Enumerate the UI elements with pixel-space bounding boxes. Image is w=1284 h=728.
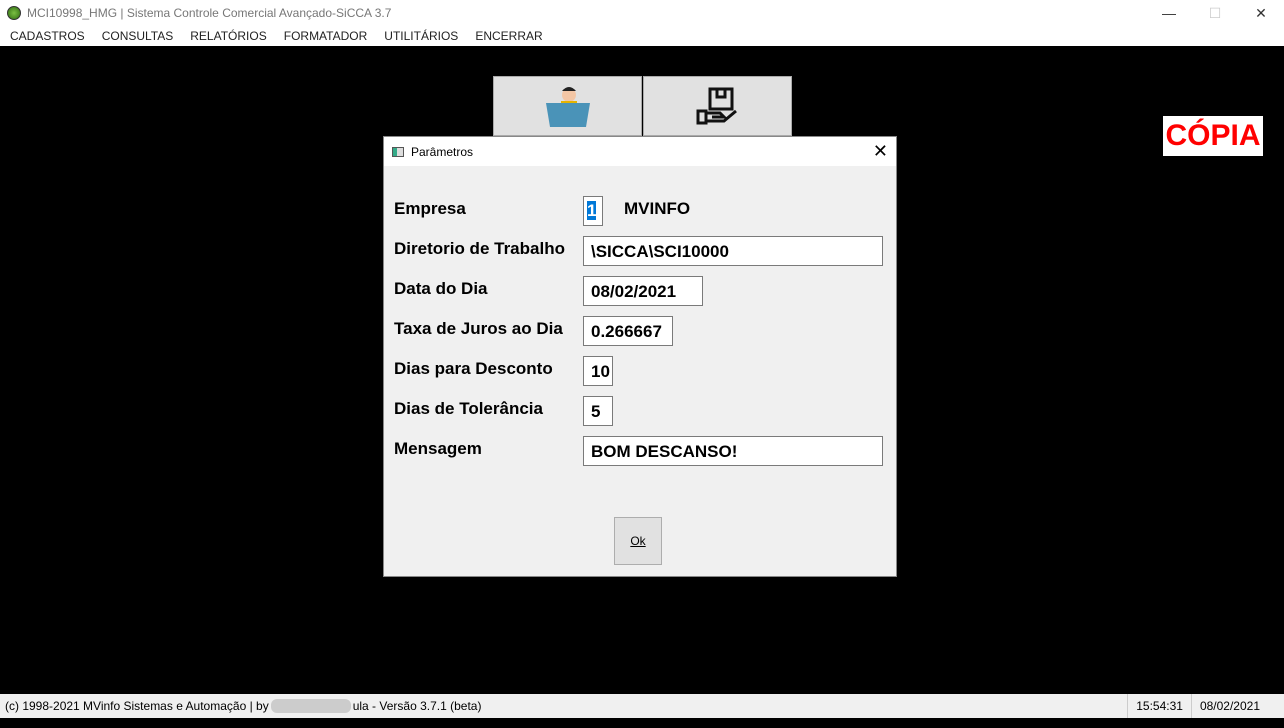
status-date: 08/02/2021 <box>1190 694 1268 718</box>
menu-cadastros[interactable]: CADASTROS <box>3 29 92 43</box>
package-hand-icon <box>696 87 737 125</box>
tolerancia-label: Dias de Tolerância <box>394 399 543 418</box>
mensagem-label: Mensagem <box>394 439 482 458</box>
version-text: ula - Versão 3.7.1 (beta) <box>352 699 482 713</box>
desconto-input[interactable]: 10 <box>583 356 613 386</box>
diretorio-label: Diretorio de Trabalho <box>394 239 565 258</box>
empresa-name: MVINFO <box>624 199 691 218</box>
close-button[interactable]: ✕ <box>1238 0 1284 26</box>
menu-utilitarios[interactable]: UTILITÁRIOS <box>377 29 465 43</box>
menu-encerrar[interactable]: ENCERRAR <box>468 29 549 43</box>
taxa-label: Taxa de Juros ao Dia <box>394 319 563 338</box>
status-bar: (c) 1998-2021 MVinfo Sistemas e Automaçã… <box>0 694 1284 718</box>
delivery-toolbar-button[interactable] <box>643 76 792 136</box>
empresa-label: Empresa <box>394 199 466 218</box>
parameters-dialog: Parâmetros ✕ Empresa 1 MVINFO Diretorio … <box>383 136 897 577</box>
window-title: MCI10998_HMG | Sistema Controle Comercia… <box>27 6 392 20</box>
dialog-title-bar: Parâmetros ✕ <box>384 137 896 166</box>
minimize-button[interactable]: — <box>1146 0 1192 26</box>
client-folder-icon <box>545 87 590 127</box>
maximize-button[interactable]: ☐ <box>1192 0 1238 26</box>
diretorio-input[interactable]: \SICCA\SCI10000 <box>583 236 883 266</box>
empresa-input[interactable]: 1 <box>583 196 603 226</box>
desconto-label: Dias para Desconto <box>394 359 553 378</box>
dialog-icon <box>392 146 404 157</box>
empresa-value: 1 <box>587 201 597 220</box>
mensagem-input[interactable]: BOM DESCANSO! <box>583 436 883 466</box>
menu-bar: CADASTROS CONSULTAS RELATÓRIOS FORMATADO… <box>0 26 1284 46</box>
taxa-input[interactable]: 0.266667 <box>583 316 673 346</box>
data-label: Data do Dia <box>394 279 488 298</box>
menu-consultas[interactable]: CONSULTAS <box>95 29 181 43</box>
copyright-text: (c) 1998-2021 MVinfo Sistemas e Automaçã… <box>5 699 269 713</box>
menu-relatorios[interactable]: RELATÓRIOS <box>183 29 273 43</box>
dialog-title: Parâmetros <box>411 144 474 159</box>
copy-watermark: CÓPIA <box>1163 116 1263 156</box>
data-input[interactable]: 08/02/2021 <box>583 276 703 306</box>
redacted-text <box>270 699 351 713</box>
tolerancia-input[interactable]: 5 <box>583 396 613 426</box>
title-bar: MCI10998_HMG | Sistema Controle Comercia… <box>0 0 1284 26</box>
dialog-close-button[interactable]: ✕ <box>873 141 888 162</box>
clients-toolbar-button[interactable] <box>493 76 642 136</box>
ok-label: Ok <box>630 534 646 548</box>
app-icon <box>7 6 21 20</box>
ok-button[interactable]: Ok <box>614 517 662 565</box>
status-time: 15:54:31 <box>1127 694 1191 718</box>
menu-formatador[interactable]: FORMATADOR <box>277 29 375 43</box>
